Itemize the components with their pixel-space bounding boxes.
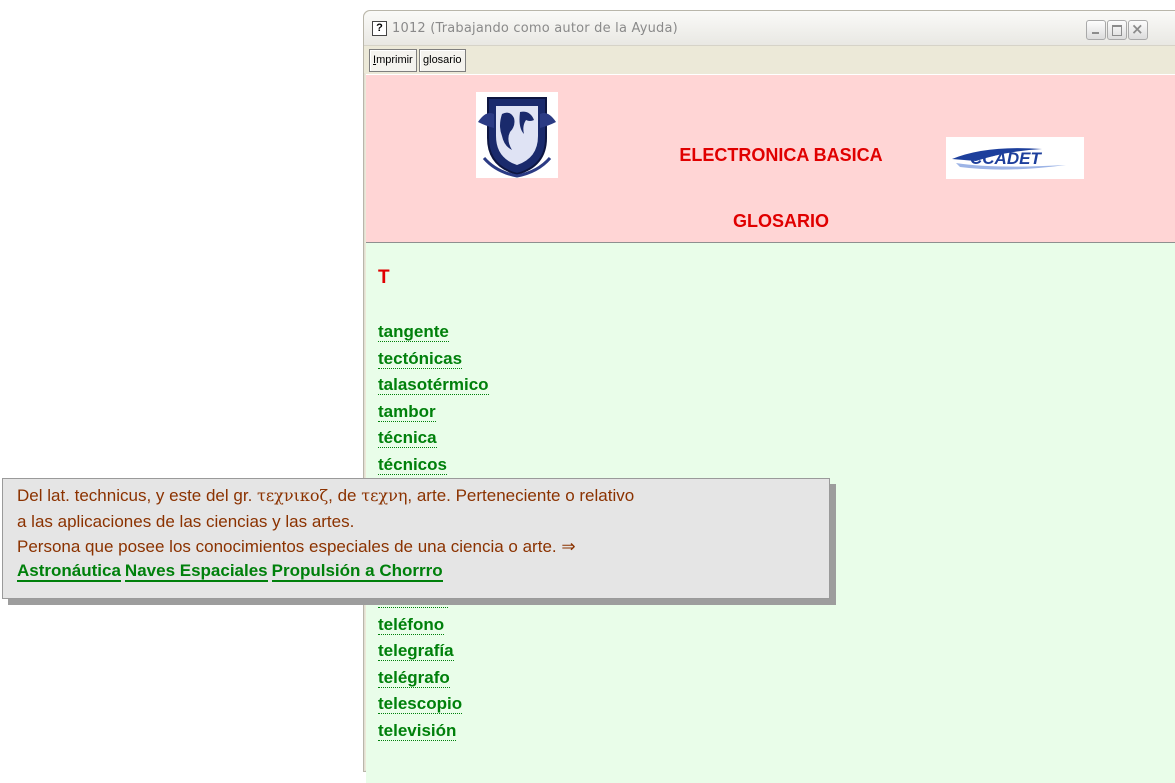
greek-word: τεχνικοζ [257,486,329,505]
help-app-icon: ? [372,21,387,36]
term-link[interactable]: técnica [378,428,437,449]
greek-word: τεχνη [361,486,408,505]
list-item: tangente [378,322,489,349]
term-link[interactable]: televisión [378,720,457,741]
unam-crest-logo [476,92,558,178]
ccadet-logo: CCADET [946,137,1084,179]
minimize-icon [1092,32,1099,34]
definition-text: Del lat. technicus, y este del gr. [17,486,258,505]
list-item: tectónicas [378,348,489,376]
ccadet-logo-text: CCADET [970,149,1042,168]
list-item: televisión [378,720,489,748]
maximize-icon [1112,25,1122,36]
term-link[interactable]: telescopio [378,694,463,715]
help-window: ? 1012 (Trabajando como autor de la Ayud… [363,10,1175,783]
print-button[interactable]: Imprimir [369,49,417,72]
term-link[interactable]: telegrafía [378,641,454,662]
close-icon: × [1131,20,1144,38]
maximize-button[interactable] [1107,20,1127,40]
list-item: teléfono [378,614,489,642]
page-title: ELECTRONICA BASICA [679,145,883,165]
definition-text: , de [328,486,362,505]
page-header: ELECTRONICA BASICA CCADET GLOSARIO [366,74,1175,244]
term-link[interactable]: telégrafo [378,667,450,688]
related-link-propulsion[interactable]: Propulsión a Chorrro [271,561,443,582]
term-link[interactable]: tangente [378,322,449,342]
title-bar[interactable]: ? 1012 (Trabajando como autor de la Ayud… [364,11,1175,46]
minimize-button[interactable] [1086,20,1106,40]
list-item: telegrafía [378,641,489,668]
glossary-label: losario [429,54,462,66]
term-link[interactable]: técnicos [378,454,447,475]
related-link-naves-espaciales[interactable]: Naves Espaciales [124,561,268,582]
page-subtitle: GLOSARIO [732,211,829,231]
term-link[interactable]: teléfono [378,614,445,635]
term-link[interactable]: talasotérmico [378,375,489,396]
glossary-button[interactable]: glosario [419,49,466,72]
list-item: telescopio [378,694,489,721]
term-link[interactable]: tambor [378,401,436,422]
print-label: mprimir [376,54,413,66]
term-link[interactable]: tectónicas [378,348,463,369]
related-links: Astronáutica Naves Espaciales Propulsión a… [17,561,447,582]
definition-line-2: a las aplicaciones de las ciencias y las… [17,512,355,531]
definition-line-3: Persona que posee los conocimientos espe… [17,537,576,556]
list-item: talasotérmico [378,375,489,402]
close-button[interactable]: × [1128,20,1148,40]
list-item: técnica [378,428,489,455]
definition-text: , arte. Perteneciente o relativo [407,486,635,505]
definition-line-1: Del lat. technicus, y este del gr. τεχνι… [17,486,634,506]
list-item: telégrafo [378,667,489,695]
list-item: tambor [378,401,489,429]
related-link-astronautica[interactable]: Astronáutica [17,561,121,582]
toolbar: Imprimir glosario [364,46,1175,73]
section-letter: T [378,267,390,288]
definition-popup: Del lat. technicus, y este del gr. τεχνι… [2,478,830,599]
window-title: 1012 (Trabajando como autor de la Ayuda) [392,21,678,36]
